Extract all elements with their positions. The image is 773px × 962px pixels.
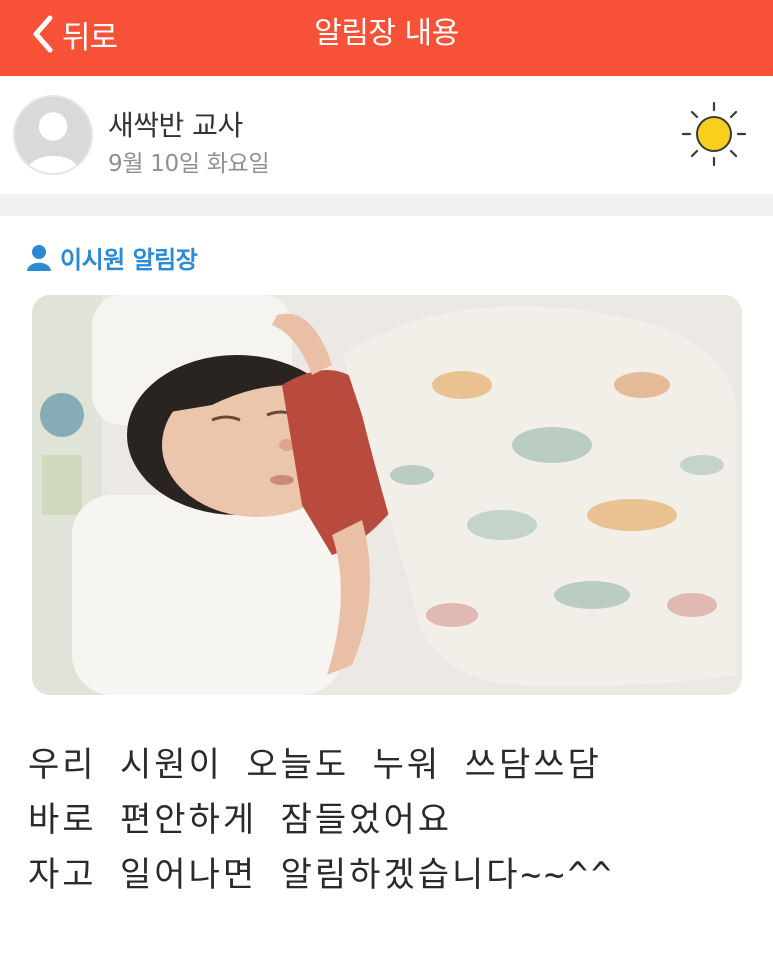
page-title: 알림장 내용 — [314, 16, 459, 51]
person-icon — [27, 244, 51, 271]
top-bar: 뒤로 알림장 내용 — [0, 0, 773, 76]
sun-icon — [681, 101, 747, 167]
post-date: 9월 10일 화요일 — [108, 151, 270, 177]
message-line: 자고 일어나면 알림하겠습니다~~^^ — [28, 855, 615, 895]
avatar — [13, 95, 93, 175]
notice-target: 이시원 알림장 — [26, 240, 198, 275]
message-line: 바로 편안하게 잠들었어요 — [28, 800, 453, 840]
notice-message: 우리 시원이 오늘도 누워 쓰담쓰담 바로 편안하게 잠들었어요 자고 일어나면… — [28, 738, 748, 903]
notice-target-label: 이시원 알림장 — [60, 246, 198, 274]
default-avatar-icon — [15, 97, 91, 173]
author-header: 새싹반 교사 9월 10일 화요일 — [0, 76, 773, 194]
notice-photo[interactable] — [32, 295, 742, 695]
sleeping-baby-photo — [32, 295, 742, 695]
message-line: 우리 시원이 오늘도 누워 쓰담쓰담 — [28, 745, 602, 785]
section-divider — [0, 194, 773, 216]
author-name: 새싹반 교사 — [108, 109, 243, 142]
